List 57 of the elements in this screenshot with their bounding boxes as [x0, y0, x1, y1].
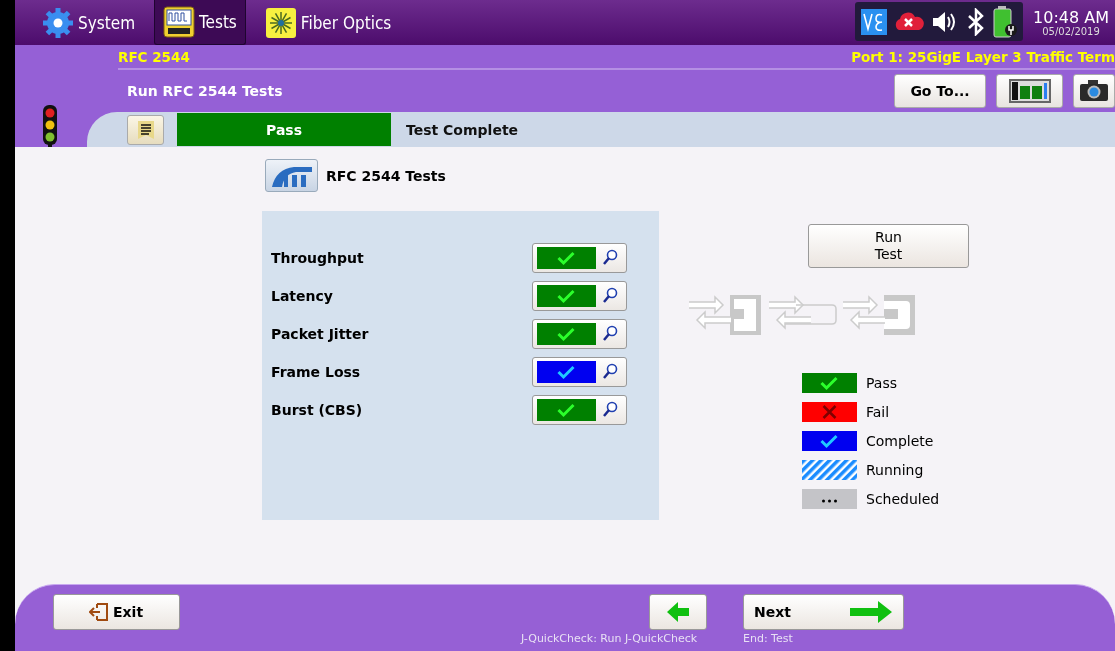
status-message: Test Complete	[406, 121, 519, 138]
exit-button[interactable]: Exit	[53, 594, 180, 630]
next-caption: End: Test	[743, 632, 793, 645]
gear-icon	[42, 6, 74, 39]
test-name: Throughput	[271, 250, 364, 266]
traffic-light-icon	[42, 105, 58, 149]
right-arrow-icon	[849, 600, 893, 624]
starburst-icon	[264, 6, 297, 39]
clock-time: 10:48 AM	[1033, 8, 1109, 26]
document-icon	[136, 119, 155, 140]
page-title: Run RFC 2544 Tests	[127, 83, 283, 99]
suite-logo-button[interactable]	[265, 159, 318, 192]
menu-tab[interactable]: Fiber Optics	[255, 0, 401, 45]
test-status-button[interactable]	[532, 395, 627, 425]
next-button[interactable]: Next	[743, 594, 904, 630]
left-arrow-icon	[666, 601, 690, 623]
test-name: Frame Loss	[271, 364, 361, 380]
search-icon	[602, 401, 618, 419]
menu-tab[interactable]: Tests	[154, 0, 246, 45]
building-icon	[269, 164, 314, 187]
exit-door-icon	[89, 602, 109, 622]
go-to-button[interactable]: Go To...	[894, 74, 986, 108]
suite-title: RFC 2544 Tests	[326, 167, 446, 184]
waveform-icon	[163, 6, 196, 38]
legend-label: Complete	[866, 433, 934, 449]
test-name: Packet Jitter	[271, 326, 369, 342]
test-name: Latency	[271, 288, 333, 304]
display-button[interactable]	[996, 74, 1063, 108]
search-icon	[602, 363, 618, 381]
camera-icon	[1079, 80, 1109, 102]
notes-button[interactable]	[127, 114, 164, 145]
legend-label: Fail	[866, 404, 890, 420]
result-banner: Pass	[177, 113, 391, 146]
search-icon	[602, 249, 618, 267]
run-test-button[interactable]: Run Test	[808, 224, 969, 268]
test-status-button[interactable]	[532, 357, 627, 387]
search-icon	[602, 287, 618, 305]
menu-tab[interactable]: System	[33, 0, 145, 45]
loopback-plug-icon	[842, 293, 918, 337]
legend-label: Pass	[866, 375, 897, 391]
search-icon	[602, 325, 618, 343]
test-name: Burst (CBS)	[271, 402, 363, 418]
loopback-device-icon	[688, 293, 764, 337]
test-status-button[interactable]	[532, 243, 627, 273]
section-title: RFC 2544	[118, 48, 190, 65]
clock-date: 05/02/2019	[1042, 25, 1100, 37]
vnc-icon[interactable]	[861, 8, 888, 35]
legend-label: Scheduled	[866, 491, 940, 507]
test-status-button[interactable]	[532, 281, 627, 311]
port-label: Port 1: 25GigE Layer 3 Traffic Term	[851, 48, 1115, 65]
battery-icon[interactable]	[993, 5, 1018, 38]
legend-label: Running	[866, 462, 924, 478]
back-button[interactable]	[649, 594, 707, 630]
display-icon	[1008, 79, 1051, 103]
test-status-button[interactable]	[532, 319, 627, 349]
back-caption: J-QuickCheck: Run J-QuickCheck	[521, 632, 698, 645]
camera-button[interactable]	[1073, 74, 1115, 108]
